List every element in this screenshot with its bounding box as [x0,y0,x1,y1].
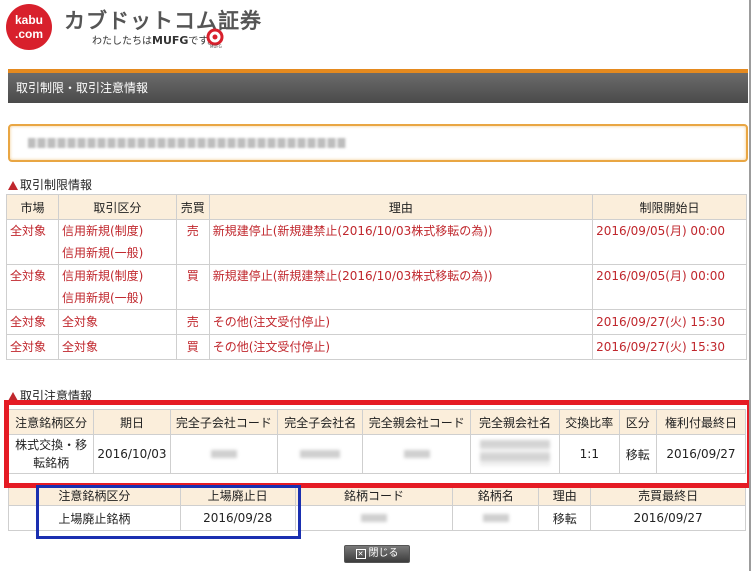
col-market: 市場 [6,194,59,220]
table-row: 全対象 全対象 売 その他(注文受付停止) 2016/09/27(火) 15:3… [6,309,747,335]
delist-highlight-box [36,485,301,539]
table-header-row: 市場 取引区分 売買 理由 制限開始日 [6,194,747,220]
site-header: kabu .com カブドットコム証券 わたしたちはMUFGです。 MUFG [0,0,751,70]
page-title-bar: 取引制限・取引注意情報 [8,73,748,103]
table-row: 全対象 信用新規(制度) 信用新規(一般) 買 新規建停止(新規建禁止(2016/… [6,264,747,310]
redacted-stock-name [28,138,346,148]
page-title: 取引制限・取引注意情報 [16,81,149,95]
col-side: 売買 [175,194,210,220]
kabucom-logo[interactable]: kabu .com [6,4,52,50]
close-icon: ✕ [355,549,366,559]
col-reason: 理由 [208,194,594,220]
tagline: わたしたちはMUFGです。 [92,34,218,47]
table-row: 全対象 信用新規(制度) 信用新規(一般) 売 新規建停止(新規建禁止(2016/… [6,219,747,265]
redacted-stock-name-cell [482,514,509,522]
mufg-label: MUFG [210,44,222,49]
restriction-table: 市場 取引区分 売買 理由 制限開始日 全対象 信用新規(制度) 信用新規(一般)… [6,194,747,360]
stock-name-box [8,124,748,162]
restriction-section-title: 取引制限情報 [8,176,92,193]
col-start-date: 制限開始日 [592,194,747,220]
table-row: 全対象 全対象 買 その他(注文受付停止) 2016/09/27(火) 15:3… [6,334,747,360]
caution-highlight-box [4,400,751,488]
redacted-stock-code [361,514,387,522]
col-kubun: 取引区分 [57,194,177,220]
brand-name: カブドットコム証券 [64,9,262,33]
close-button[interactable]: ✕ 閉じる [344,545,410,563]
warning-icon [8,181,18,190]
